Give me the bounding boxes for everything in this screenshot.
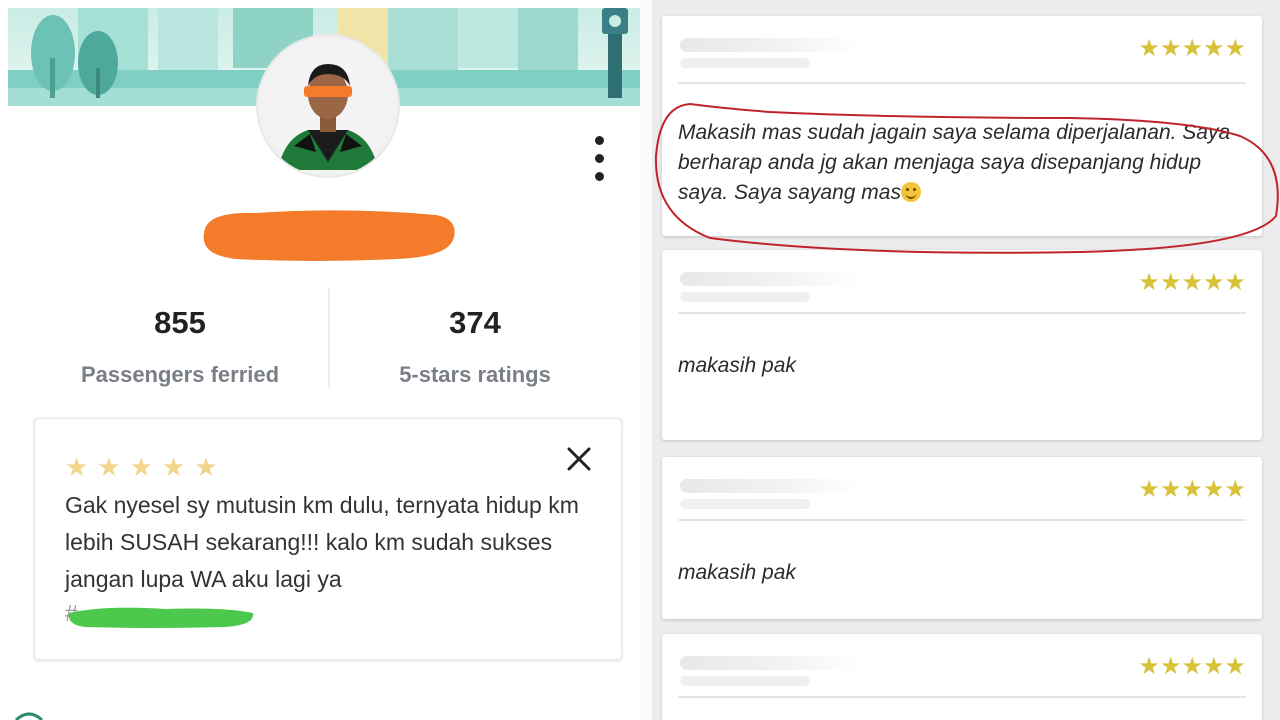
card-separator: [678, 696, 1246, 698]
close-icon[interactable]: [565, 445, 593, 473]
passengers-ferried-count: 855: [154, 305, 206, 340]
driver-profile-panel: 855 Passengers ferried 374 5-stars ratin…: [0, 0, 640, 720]
feedback-rating-stars: ★★★★★: [1138, 35, 1246, 62]
feedback-rating-stars: ★★★★★: [1138, 653, 1246, 680]
card-separator: [678, 312, 1246, 314]
driver-avatar: [258, 36, 398, 176]
feedback-comment: makasih pak: [678, 354, 796, 377]
passengers-ferried-label: Passengers ferried: [80, 362, 280, 387]
card-separator: [678, 82, 1246, 84]
feedback-card: ★★★★★: [662, 634, 1262, 720]
feedback-rating-stars: ★★★★★: [1138, 269, 1246, 296]
more-vertical-icon[interactable]: [584, 132, 616, 186]
smiley-emoji-icon: [900, 182, 921, 202]
five-star-ratings-label: 5-stars ratings: [399, 362, 551, 387]
passenger-name-blurred: [680, 479, 860, 493]
five-star-ratings-count: 374: [449, 305, 501, 340]
passenger-detail-blurred: [680, 292, 810, 302]
panel-divider: [640, 0, 652, 720]
passenger-name-blurred: [680, 38, 860, 52]
passenger-name-blurred: [680, 272, 860, 286]
card-separator: [678, 519, 1246, 521]
compliment-card: ★★★★★ Gak nyesel sy mutusin km dulu, ter…: [34, 418, 622, 660]
passenger-detail-blurred: [680, 58, 810, 68]
feedback-comment: Makasih mas sudah jagain saya selama dip…: [678, 121, 1231, 204]
feedback-card: ★★★★★ Makasih mas sudah jagain saya sela…: [662, 16, 1262, 236]
passenger-detail-blurred: [680, 499, 810, 509]
feedback-card: ★★★★★ makasih pak: [662, 250, 1262, 440]
feedback-card: ★★★★★ makasih pak: [662, 457, 1262, 619]
feedback-comment: makasih pak: [678, 561, 796, 584]
hashtag-redaction: [68, 607, 254, 628]
feedback-rating-stars: ★★★★★: [1138, 476, 1246, 503]
review-rating-stars: ★★★★★: [65, 452, 227, 482]
passenger-name-blurred: [680, 656, 860, 670]
partial-icon: [14, 712, 44, 720]
driver-name-redacted: [203, 210, 455, 261]
feedback-list-panel: ★★★★★ Makasih mas sudah jagain saya sela…: [652, 0, 1280, 720]
review-text: Gak nyesel sy mutusin km dulu, ternyata …: [65, 492, 579, 592]
passenger-detail-blurred: [680, 676, 810, 686]
